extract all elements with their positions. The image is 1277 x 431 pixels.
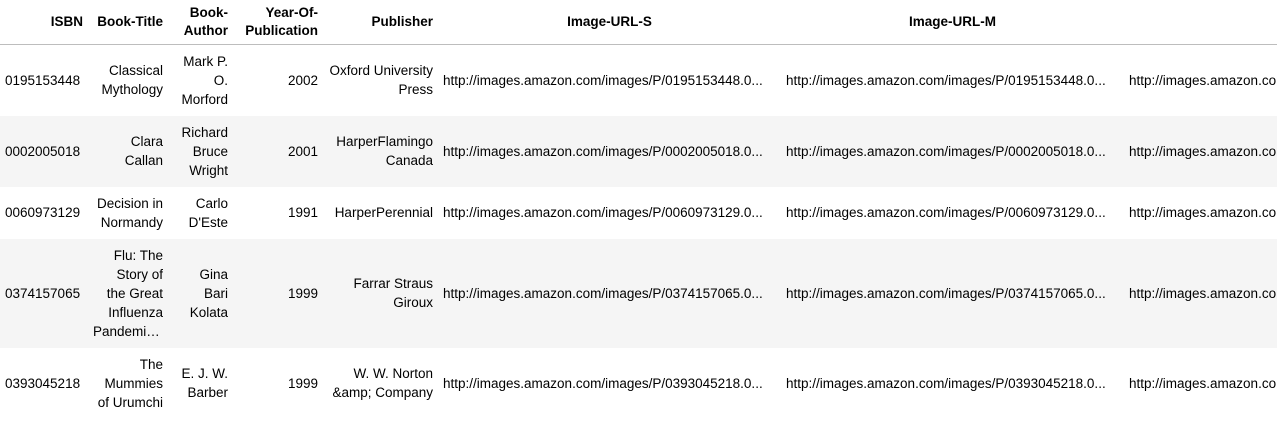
cell-image-url-m: http://images.amazon.com/images/P/037415… bbox=[781, 238, 1124, 348]
cell-isbn: 0002005018 bbox=[0, 115, 88, 187]
cell-publisher: W. W. Norton &amp; Company bbox=[332, 366, 433, 400]
cell-book-title: The Mummies of Urumchi bbox=[97, 356, 163, 410]
column-header-book-title: Book-Title bbox=[88, 0, 168, 45]
title-line: Influenza bbox=[108, 304, 163, 320]
cell-image-url-s: http://images.amazon.com/images/P/000200… bbox=[438, 115, 781, 187]
title-line: Pandemic... bbox=[93, 323, 163, 339]
cell-book-author: Gina Bari Kolata bbox=[168, 238, 233, 348]
cell-year: 2002 bbox=[287, 72, 318, 88]
cell-book-author: E. J. W. Barber bbox=[181, 366, 228, 400]
cell-publisher: HarperFlamingo Canada bbox=[323, 115, 438, 187]
column-header-year-of-publication: Year-Of-Publication bbox=[233, 0, 323, 45]
cell-image-url-s: http://images.amazon.com/images/P/037415… bbox=[438, 238, 781, 348]
cell-year: 1999 bbox=[287, 375, 318, 391]
table-row: 0374157065 Flu: The Story of the Great I… bbox=[0, 238, 1277, 348]
header-row: ISBN Book-Title Book-Author Year-Of-Publ… bbox=[0, 0, 1277, 45]
cell-image-url-m: http://images.amazon.com/images/P/006097… bbox=[786, 205, 1106, 220]
dataframe-output: ISBN Book-Title Book-Author Year-Of-Publ… bbox=[0, 0, 1277, 431]
column-header-publisher: Publisher bbox=[323, 0, 438, 45]
cell-isbn: 0393045218 bbox=[5, 375, 81, 391]
table-row: 0393045218 The Mummies of Urumchi E. J. … bbox=[0, 348, 1277, 419]
cell-isbn: 0195153448 bbox=[5, 72, 81, 88]
cell-book-title: Decision in Normandy bbox=[96, 195, 163, 230]
cell-year: 1991 bbox=[287, 205, 318, 220]
title-line: the Great bbox=[106, 285, 163, 301]
cell-book-title: Classical Mythology bbox=[101, 63, 163, 98]
table-row: 0060973129 Decision in Normandy Carlo D'… bbox=[0, 187, 1277, 239]
cell-image-url-s: http://images.amazon.com/images/P/039304… bbox=[443, 375, 763, 391]
cell-image-url-l: http://images.amazon.com/images/P/019515… bbox=[1129, 72, 1277, 88]
title-line: Flu: The bbox=[113, 247, 163, 263]
cell-year: 2001 bbox=[233, 115, 323, 187]
column-header-image-url-l bbox=[1124, 0, 1277, 45]
table-row: 0002005018 Clara Callan Richard Bruce Wr… bbox=[0, 115, 1277, 187]
cell-year: 1999 bbox=[233, 238, 323, 348]
cell-image-url-l: http://images.amazon.com/images/P/037415… bbox=[1124, 238, 1277, 348]
column-header-image-url-m: Image-URL-M bbox=[781, 0, 1124, 45]
cell-book-author: Carlo D'Este bbox=[188, 195, 228, 230]
cell-image-url-l: http://images.amazon.com/images/P/039304… bbox=[1129, 375, 1277, 391]
cell-image-url-l: http://images.amazon.com/images/P/000200… bbox=[1124, 115, 1277, 187]
cell-book-title: Clara Callan bbox=[88, 115, 168, 187]
cell-image-url-m: http://images.amazon.com/images/P/000200… bbox=[781, 115, 1124, 187]
cell-book-title: Flu: The Story of the Great Influenza Pa… bbox=[88, 238, 168, 348]
column-header-isbn: ISBN bbox=[0, 0, 88, 45]
cell-isbn: 0374157065 bbox=[0, 238, 88, 348]
cell-publisher: HarperPerennial bbox=[334, 205, 433, 220]
column-header-book-author: Book-Author bbox=[168, 0, 233, 45]
cell-book-author: Mark P. O. Morford bbox=[181, 53, 228, 107]
table-row: 0195153448 Classical Mythology Mark P. O… bbox=[0, 45, 1277, 116]
title-line: Story of bbox=[116, 266, 163, 282]
cell-image-url-m: http://images.amazon.com/images/P/039304… bbox=[786, 375, 1106, 391]
cell-isbn: 0060973129 bbox=[5, 205, 81, 220]
column-header-image-url-s: Image-URL-S bbox=[438, 0, 781, 45]
cell-image-url-s: http://images.amazon.com/images/P/019515… bbox=[443, 72, 763, 88]
cell-publisher: Farrar Straus Giroux bbox=[323, 238, 438, 348]
cell-book-author: Richard Bruce Wright bbox=[168, 115, 233, 187]
cell-publisher: Oxford University Press bbox=[329, 63, 433, 98]
cell-image-url-l: http://images.amazon.com/images/P/006097… bbox=[1129, 205, 1277, 220]
cell-image-url-s: http://images.amazon.com/images/P/006097… bbox=[443, 205, 763, 220]
books-table: ISBN Book-Title Book-Author Year-Of-Publ… bbox=[0, 0, 1277, 419]
cell-image-url-m: http://images.amazon.com/images/P/019515… bbox=[786, 72, 1106, 88]
